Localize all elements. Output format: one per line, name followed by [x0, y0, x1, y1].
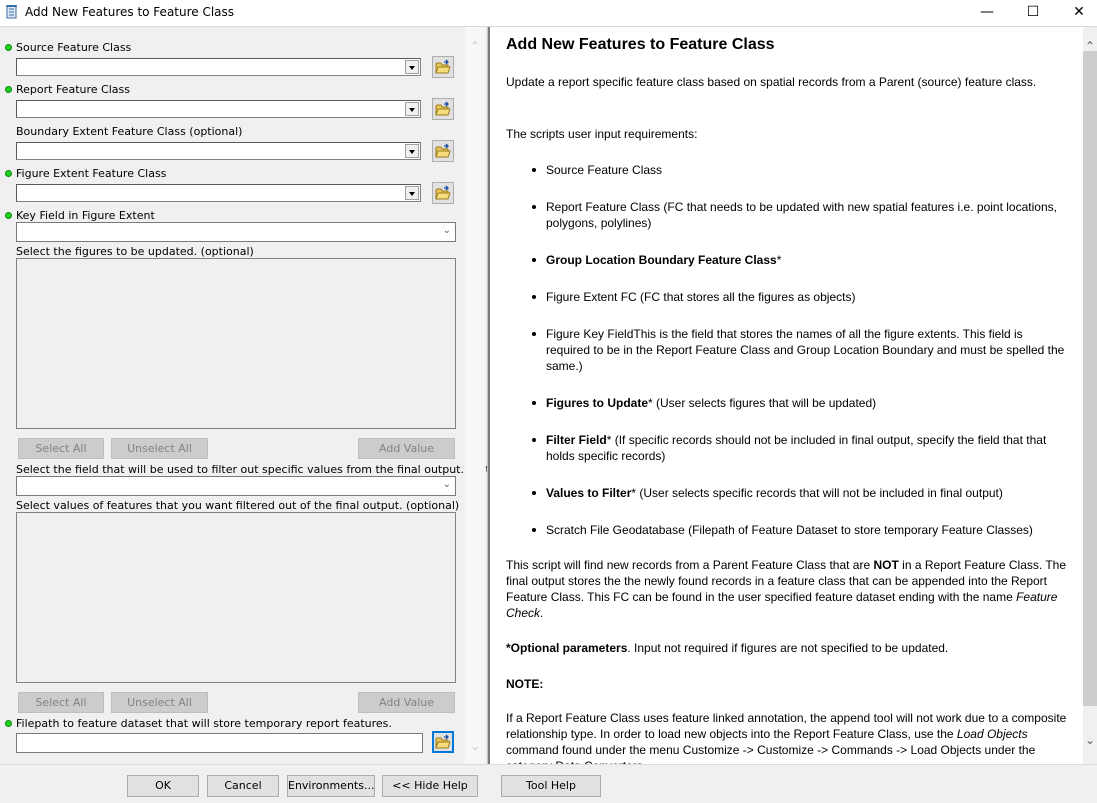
report-fc-label: Report Feature Class	[16, 83, 130, 96]
help-bullet: Values to Filter* (User selects specific…	[530, 485, 1070, 501]
open-folder-icon	[435, 734, 451, 749]
chevron-down-icon[interactable]: ⌄	[443, 479, 451, 490]
dropdown-arrow-icon[interactable]	[405, 144, 419, 158]
boundary-fc-label: Boundary Extent Feature Class (optional)	[16, 125, 243, 138]
help-optional-note: *Optional parameters. Input not required…	[506, 641, 949, 655]
help-title: Add New Features to Feature Class	[506, 36, 775, 53]
dropdown-arrow-icon[interactable]	[405, 102, 419, 116]
help-bullet: Source Feature Class	[530, 162, 1070, 178]
unselect-all-button[interactable]: Unselect All	[111, 692, 208, 713]
dropdown-arrow-icon[interactable]	[405, 186, 419, 200]
help-requirements-heading: The scripts user input requirements:	[506, 127, 698, 141]
scroll-up-icon[interactable]: ⌃	[468, 39, 482, 53]
help-bullet: Filter Field* (If specific records shoul…	[530, 432, 1070, 464]
minimize-button[interactable]: —	[964, 0, 1010, 26]
filepath-browse-button[interactable]	[432, 731, 454, 753]
scroll-down-icon[interactable]: ⌄	[1083, 733, 1097, 747]
required-indicator-icon	[5, 212, 12, 219]
help-bullet: Group Location Boundary Feature Class*	[530, 252, 1070, 268]
required-indicator-icon	[5, 720, 12, 727]
unselect-all-button[interactable]: Unselect All	[111, 438, 208, 459]
help-note-heading: NOTE:	[506, 677, 544, 691]
filter-values-listbox[interactable]	[16, 512, 456, 683]
ok-button[interactable]: OK	[127, 775, 199, 797]
add-value-button[interactable]: Add Value	[358, 438, 455, 459]
figures-listbox[interactable]	[16, 258, 456, 429]
figure-fc-combo[interactable]	[16, 184, 421, 202]
tool-help-button[interactable]: Tool Help	[501, 775, 601, 797]
help-scrollbar[interactable]: ⌃ ⌄	[1083, 27, 1097, 764]
key-field-combo[interactable]: ⌄	[16, 222, 456, 242]
figures-list-label: Select the figures to be updated. (optio…	[16, 245, 254, 258]
report-fc-browse-button[interactable]	[432, 98, 454, 120]
chevron-down-icon[interactable]: ⌄	[443, 225, 451, 236]
help-bullet: Figure Key FieldThis is the field that s…	[530, 326, 1070, 374]
boundary-fc-browse-button[interactable]	[432, 140, 454, 162]
minimize-icon: —	[980, 4, 994, 20]
open-folder-icon	[435, 185, 451, 200]
figure-fc-label: Figure Extent Feature Class	[16, 167, 167, 180]
script-tool-icon	[6, 5, 17, 19]
filter-values-label: Select values of features that you want …	[16, 499, 460, 512]
filter-field-label: Select the field that will be used to fi…	[16, 463, 521, 476]
hide-help-button[interactable]: << Hide Help	[382, 775, 478, 797]
dialog-footer: OK Cancel Environments... << Hide Help T…	[0, 764, 1097, 803]
help-summary: This script will find new records from a…	[506, 558, 1067, 620]
scrollbar-thumb[interactable]	[1083, 51, 1097, 706]
help-intro: Update a report specific feature class b…	[506, 75, 1037, 89]
open-folder-icon	[435, 143, 451, 158]
figure-fc-browse-button[interactable]	[432, 182, 454, 204]
cancel-button[interactable]: Cancel	[207, 775, 279, 797]
required-indicator-icon	[5, 86, 12, 93]
maximize-icon: ☐	[1026, 4, 1040, 20]
select-all-button[interactable]: Select All	[18, 438, 104, 459]
filter-field-combo[interactable]: ⌄	[16, 476, 456, 496]
scroll-down-icon[interactable]: ⌄	[468, 739, 482, 753]
report-fc-combo[interactable]	[16, 100, 421, 118]
filepath-input[interactable]	[16, 733, 423, 753]
environments-button[interactable]: Environments...	[287, 775, 375, 797]
filepath-label: Filepath to feature dataset that will st…	[16, 717, 392, 730]
key-field-label: Key Field in Figure Extent	[16, 209, 155, 222]
close-button[interactable]: ✕	[1056, 0, 1097, 26]
close-icon: ✕	[1073, 4, 1085, 20]
help-bullet: Scratch File Geodatabase (Filepath of Fe…	[530, 522, 1070, 538]
window-title: Add New Features to Feature Class	[25, 5, 235, 19]
source-fc-combo[interactable]	[16, 58, 421, 76]
maximize-button[interactable]: ☐	[1010, 0, 1056, 26]
help-note-text: If a Report Feature Class uses feature l…	[506, 711, 1067, 764]
boundary-fc-combo[interactable]	[16, 142, 421, 160]
parameters-scrollbar[interactable]: ⌃ ⌄	[465, 27, 485, 764]
help-bullet: Figures to Update* (User selects figures…	[530, 395, 1070, 411]
source-fc-browse-button[interactable]	[432, 56, 454, 78]
open-folder-icon	[435, 59, 451, 74]
title-bar: Add New Features to Feature Class — ☐ ✕	[0, 0, 1097, 27]
help-bullet: Report Feature Class (FC that needs to b…	[530, 199, 1070, 231]
source-fc-label: Source Feature Class	[16, 41, 132, 54]
select-all-button[interactable]: Select All	[18, 692, 104, 713]
dropdown-arrow-icon[interactable]	[405, 60, 419, 74]
help-bullet: Figure Extent FC (FC that stores all the…	[530, 289, 1070, 305]
open-folder-icon	[435, 101, 451, 116]
add-value-button[interactable]: Add Value	[358, 692, 455, 713]
help-panel: Add New Features to Feature Class Update…	[490, 27, 1083, 764]
required-indicator-icon	[5, 170, 12, 177]
required-indicator-icon	[5, 44, 12, 51]
